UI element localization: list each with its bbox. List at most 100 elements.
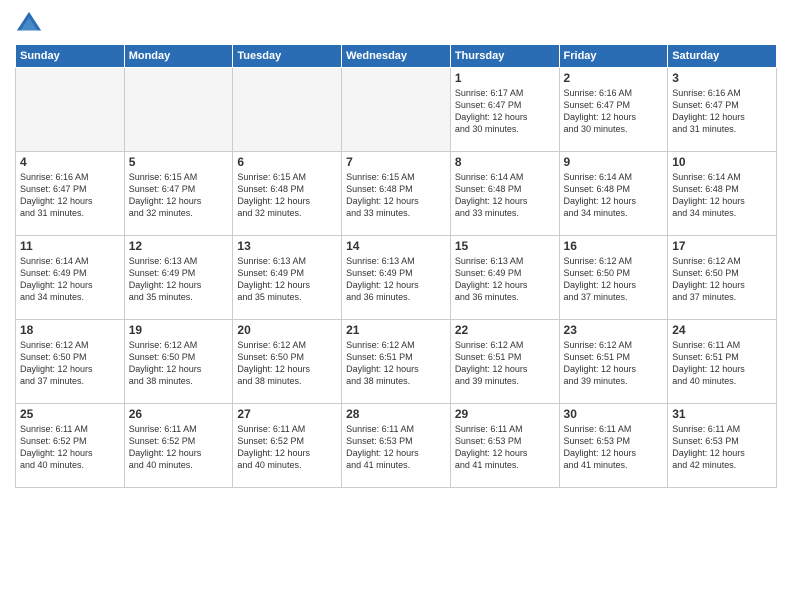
day-info: Sunrise: 6:14 AM Sunset: 6:48 PM Dayligh… — [564, 171, 664, 220]
day-cell: 21Sunrise: 6:12 AM Sunset: 6:51 PM Dayli… — [342, 320, 451, 404]
day-cell: 2Sunrise: 6:16 AM Sunset: 6:47 PM Daylig… — [559, 68, 668, 152]
day-cell: 8 Sunrise: 6:14 AM Sunset: 6:48 PM Daylig… — [450, 152, 559, 236]
day-number: 13 — [237, 239, 337, 253]
col-header-tuesday: Tuesday — [233, 45, 342, 68]
day-cell: 12 Sunrise: 6:13 AM Sunset: 6:49 PM Dayli… — [124, 236, 233, 320]
day-cell: 14 Sunrise: 6:13 AM Sunset: 6:49 PM Dayli… — [342, 236, 451, 320]
day-number: 23 — [564, 323, 664, 337]
day-info: Sunrise: 6:11 AM Sunset: 6:51 PM Dayligh… — [672, 339, 772, 388]
day-number: 24 — [672, 323, 772, 337]
day-number: 1 — [455, 71, 555, 85]
logo-icon — [15, 10, 43, 38]
day-cell: 15 Sunrise: 6:13 AM Sunset: 6:49 PM Dayli… — [450, 236, 559, 320]
day-info: Sunrise: 6:14 AM Sunset: 6:48 PM Dayligh… — [455, 171, 555, 220]
day-info: Sunrise: 6:13 AM Sunset: 6:49 PM Dayligh… — [346, 255, 446, 304]
day-info: Sunrise: 6:12 AM Sunset: 6:51 PM Dayligh… — [564, 339, 664, 388]
day-number: 9 — [564, 155, 664, 169]
day-cell — [233, 68, 342, 152]
day-info: Sunrise: 6:12 AM Sunset: 6:50 PM Dayligh… — [129, 339, 229, 388]
day-cell: 10 Sunrise: 6:14 AM Sunset: 6:48 PM Dayli… — [668, 152, 777, 236]
day-cell: 16 Sunrise: 6:12 AM Sunset: 6:50 PM Dayli… — [559, 236, 668, 320]
day-cell: 26Sunrise: 6:11 AM Sunset: 6:52 PM Dayli… — [124, 404, 233, 488]
day-number: 15 — [455, 239, 555, 253]
day-info: Sunrise: 6:11 AM Sunset: 6:52 PM Dayligh… — [237, 423, 337, 472]
week-row-4: 18 Sunrise: 6:12 AM Sunset: 6:50 PM Dayli… — [16, 320, 777, 404]
day-cell — [342, 68, 451, 152]
day-info: Sunrise: 6:11 AM Sunset: 6:53 PM Dayligh… — [564, 423, 664, 472]
day-info: Sunrise: 6:13 AM Sunset: 6:49 PM Dayligh… — [237, 255, 337, 304]
day-cell: 18 Sunrise: 6:12 AM Sunset: 6:50 PM Dayli… — [16, 320, 125, 404]
col-header-monday: Monday — [124, 45, 233, 68]
week-row-3: 11 Sunrise: 6:14 AM Sunset: 6:49 PM Dayli… — [16, 236, 777, 320]
day-cell: 20Sunrise: 6:12 AM Sunset: 6:50 PM Dayli… — [233, 320, 342, 404]
day-number: 27 — [237, 407, 337, 421]
col-header-sunday: Sunday — [16, 45, 125, 68]
page: SundayMondayTuesdayWednesdayThursdayFrid… — [0, 0, 792, 612]
day-cell: 5Sunrise: 6:15 AM Sunset: 6:47 PM Daylig… — [124, 152, 233, 236]
day-cell: 3Sunrise: 6:16 AM Sunset: 6:47 PM Daylig… — [668, 68, 777, 152]
day-info: Sunrise: 6:16 AM Sunset: 6:47 PM Dayligh… — [564, 87, 664, 136]
day-info: Sunrise: 6:13 AM Sunset: 6:49 PM Dayligh… — [129, 255, 229, 304]
day-cell: 1 Sunrise: 6:17 AM Sunset: 6:47 PM Daylig… — [450, 68, 559, 152]
day-number: 10 — [672, 155, 772, 169]
day-info: Sunrise: 6:17 AM Sunset: 6:47 PM Dayligh… — [455, 87, 555, 136]
day-cell: 13 Sunrise: 6:13 AM Sunset: 6:49 PM Dayli… — [233, 236, 342, 320]
day-info: Sunrise: 6:15 AM Sunset: 6:48 PM Dayligh… — [237, 171, 337, 220]
day-info: Sunrise: 6:16 AM Sunset: 6:47 PM Dayligh… — [672, 87, 772, 136]
day-cell — [16, 68, 125, 152]
week-row-5: 25 Sunrise: 6:11 AM Sunset: 6:52 PM Dayli… — [16, 404, 777, 488]
logo — [15, 10, 47, 38]
day-info: Sunrise: 6:14 AM Sunset: 6:48 PM Dayligh… — [672, 171, 772, 220]
day-info: Sunrise: 6:12 AM Sunset: 6:50 PM Dayligh… — [20, 339, 120, 388]
day-number: 14 — [346, 239, 446, 253]
day-cell: 28Sunrise: 6:11 AM Sunset: 6:53 PM Dayli… — [342, 404, 451, 488]
day-cell: 19 Sunrise: 6:12 AM Sunset: 6:50 PM Dayli… — [124, 320, 233, 404]
day-number: 30 — [564, 407, 664, 421]
day-info: Sunrise: 6:16 AM Sunset: 6:47 PM Dayligh… — [20, 171, 120, 220]
day-number: 17 — [672, 239, 772, 253]
week-row-2: 4 Sunrise: 6:16 AM Sunset: 6:47 PM Daylig… — [16, 152, 777, 236]
day-number: 18 — [20, 323, 120, 337]
day-cell: 9 Sunrise: 6:14 AM Sunset: 6:48 PM Daylig… — [559, 152, 668, 236]
day-info: Sunrise: 6:12 AM Sunset: 6:51 PM Dayligh… — [455, 339, 555, 388]
day-info: Sunrise: 6:12 AM Sunset: 6:51 PM Dayligh… — [346, 339, 446, 388]
col-header-thursday: Thursday — [450, 45, 559, 68]
day-cell: 27 Sunrise: 6:11 AM Sunset: 6:52 PM Dayli… — [233, 404, 342, 488]
day-info: Sunrise: 6:15 AM Sunset: 6:48 PM Dayligh… — [346, 171, 446, 220]
day-info: Sunrise: 6:12 AM Sunset: 6:50 PM Dayligh… — [672, 255, 772, 304]
day-number: 11 — [20, 239, 120, 253]
day-number: 8 — [455, 155, 555, 169]
day-number: 12 — [129, 239, 229, 253]
day-number: 6 — [237, 155, 337, 169]
day-cell: 17 Sunrise: 6:12 AM Sunset: 6:50 PM Dayli… — [668, 236, 777, 320]
day-number: 19 — [129, 323, 229, 337]
day-number: 22 — [455, 323, 555, 337]
day-cell: 11 Sunrise: 6:14 AM Sunset: 6:49 PM Dayli… — [16, 236, 125, 320]
day-cell: 6 Sunrise: 6:15 AM Sunset: 6:48 PM Daylig… — [233, 152, 342, 236]
col-header-wednesday: Wednesday — [342, 45, 451, 68]
day-cell: 24 Sunrise: 6:11 AM Sunset: 6:51 PM Dayli… — [668, 320, 777, 404]
day-number: 31 — [672, 407, 772, 421]
day-info: Sunrise: 6:11 AM Sunset: 6:53 PM Dayligh… — [346, 423, 446, 472]
day-cell: 7 Sunrise: 6:15 AM Sunset: 6:48 PM Daylig… — [342, 152, 451, 236]
col-header-saturday: Saturday — [668, 45, 777, 68]
col-header-friday: Friday — [559, 45, 668, 68]
day-number: 16 — [564, 239, 664, 253]
day-cell — [124, 68, 233, 152]
day-number: 25 — [20, 407, 120, 421]
header-row: SundayMondayTuesdayWednesdayThursdayFrid… — [16, 45, 777, 68]
day-cell: 31 Sunrise: 6:11 AM Sunset: 6:53 PM Dayli… — [668, 404, 777, 488]
week-row-1: 1 Sunrise: 6:17 AM Sunset: 6:47 PM Daylig… — [16, 68, 777, 152]
day-number: 7 — [346, 155, 446, 169]
day-info: Sunrise: 6:14 AM Sunset: 6:49 PM Dayligh… — [20, 255, 120, 304]
day-number: 26 — [129, 407, 229, 421]
day-number: 4 — [20, 155, 120, 169]
day-info: Sunrise: 6:11 AM Sunset: 6:53 PM Dayligh… — [672, 423, 772, 472]
day-info: Sunrise: 6:12 AM Sunset: 6:50 PM Dayligh… — [564, 255, 664, 304]
day-info: Sunrise: 6:13 AM Sunset: 6:49 PM Dayligh… — [455, 255, 555, 304]
day-info: Sunrise: 6:11 AM Sunset: 6:53 PM Dayligh… — [455, 423, 555, 472]
day-number: 29 — [455, 407, 555, 421]
day-info: Sunrise: 6:11 AM Sunset: 6:52 PM Dayligh… — [20, 423, 120, 472]
day-cell: 4 Sunrise: 6:16 AM Sunset: 6:47 PM Daylig… — [16, 152, 125, 236]
day-number: 5 — [129, 155, 229, 169]
